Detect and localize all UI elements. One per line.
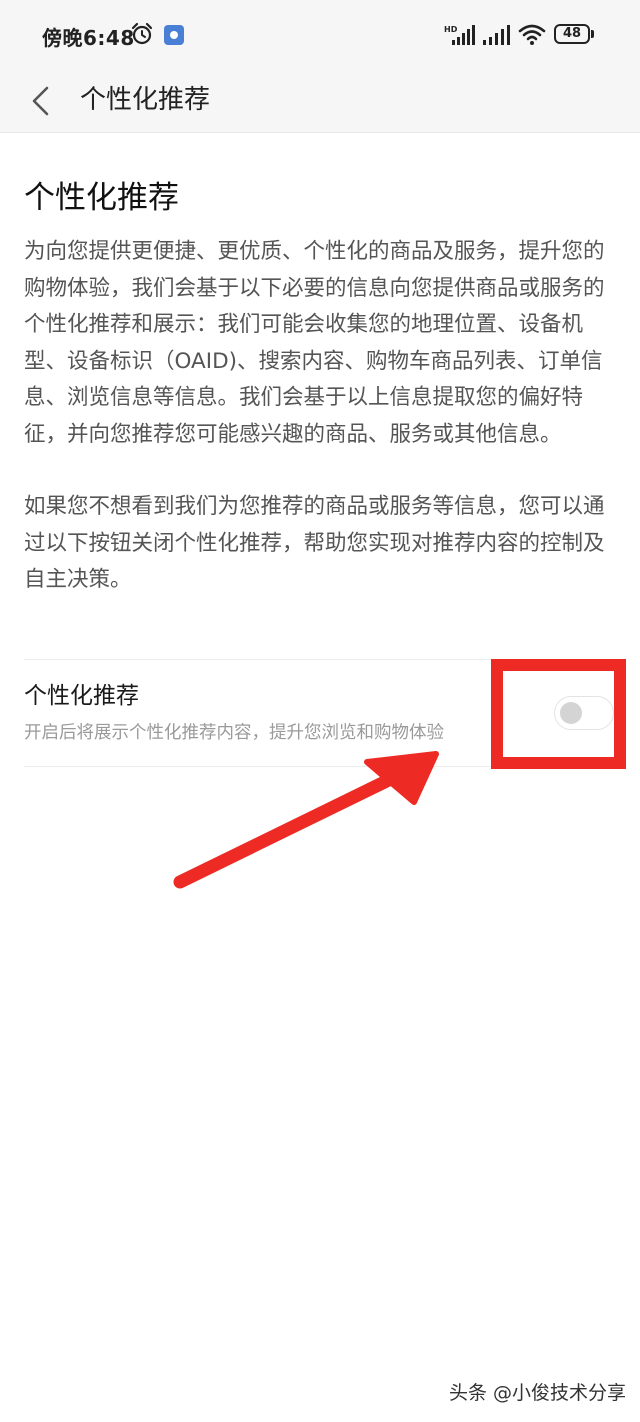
alarm-icon <box>131 22 153 45</box>
status-bar: 傍晚6:48 HD 48 <box>0 0 640 70</box>
back-button[interactable] <box>22 76 62 126</box>
page-title: 个性化推荐 <box>24 180 179 216</box>
app-bar: 个性化推荐 <box>0 70 640 133</box>
battery-icon: 48 <box>554 24 590 44</box>
description-paragraph-1: 为向您提供更便捷、更优质、个性化的商品及服务，提升您的购物体验，我们会基于以下必… <box>24 239 605 447</box>
battery-tip <box>591 30 594 38</box>
highlight-box <box>491 659 626 769</box>
signal-icon <box>483 25 510 45</box>
app-bar-title: 个性化推荐 <box>80 85 211 115</box>
wifi-icon <box>518 24 546 45</box>
app-notification-icon <box>164 25 184 45</box>
status-time: 傍晚6:48 <box>42 26 135 50</box>
page-content: 个性化推荐 为向您提供更便捷、更优质、个性化的商品及服务，提升您的购物体验，我们… <box>24 132 616 599</box>
svg-text:HD: HD <box>444 25 458 34</box>
description-paragraph-2: 如果您不想看到我们为您推荐的商品或服务等信息，您可以通过以下按钮关闭个性化推荐，… <box>24 494 605 592</box>
chevron-left-icon <box>32 86 49 116</box>
annotation-arrow-icon <box>173 751 439 889</box>
hd-signal-icon: HD <box>444 25 475 45</box>
watermark: 头条 @小俊技术分享 <box>448 1382 626 1404</box>
setting-title: 个性化推荐 <box>24 683 139 709</box>
